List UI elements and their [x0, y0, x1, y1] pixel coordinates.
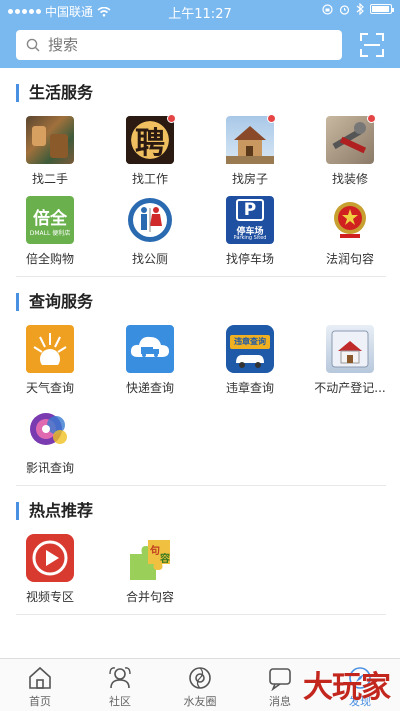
home-icon [29, 666, 51, 689]
new-badge [267, 114, 276, 123]
tools-icon [326, 114, 376, 164]
house-icon [226, 114, 276, 164]
real-estate-icon [326, 325, 374, 373]
search-icon [26, 38, 40, 52]
parking-icon: P 停车场 Parking Sited [226, 196, 274, 244]
hot-item-video[interactable]: 视频专区 [0, 534, 100, 605]
service-item-housing[interactable]: 找房子 [200, 114, 300, 187]
section-title-hot-picks: 热点推荐 [16, 502, 93, 520]
market-icon [26, 116, 74, 164]
alarm-icon [339, 4, 350, 15]
item-label: 快递查询 [125, 381, 174, 395]
battery-icon [370, 4, 394, 14]
parking-en-text: Parking Sited [233, 235, 267, 241]
scan-icon[interactable] [360, 33, 384, 57]
search-bar[interactable] [16, 30, 342, 60]
service-item-renovation[interactable]: 找装修 [300, 114, 400, 187]
community-icon [109, 667, 131, 689]
beiquan-text: 倍全 [33, 209, 67, 229]
service-item-used-goods[interactable]: 找二手 [0, 116, 100, 187]
query-item-traffic-violation[interactable]: 违章查询 违章查询 [200, 325, 300, 396]
delivery-icon [126, 325, 174, 373]
section-divider [16, 485, 386, 486]
item-label: 合并句容 [125, 590, 174, 604]
service-item-legal[interactable]: 法润句容 [300, 196, 400, 267]
service-item-jobs[interactable]: 聘 找工作 [100, 114, 200, 187]
status-icons [322, 3, 394, 15]
hiring-glyph: 聘 [135, 126, 165, 161]
new-badge [167, 114, 176, 123]
item-label: 找装修 [331, 172, 368, 186]
tab-community[interactable]: 社区 [80, 659, 160, 711]
query-item-weather[interactable]: 天气查询 [0, 325, 100, 396]
section-title-life-services: 生活服务 [16, 84, 93, 102]
message-icon [269, 668, 291, 691]
item-label: 违章查询 [225, 381, 274, 395]
section-title-query-services: 查询服务 [16, 293, 93, 311]
hot-item-merge-jurong[interactable]: 句 容 合并句容 [100, 534, 200, 605]
hiring-icon: 聘 [126, 114, 176, 164]
court-emblem-icon [326, 196, 374, 244]
item-label: 找停车场 [225, 252, 274, 266]
section-divider [16, 276, 386, 277]
puzzle-icon: 句 容 [126, 534, 174, 582]
tab-label: 首页 [29, 695, 51, 708]
search-input[interactable] [48, 36, 318, 54]
tab-home[interactable]: 首页 [0, 659, 80, 711]
status-bar: 中国联通 上午11:27 [0, 0, 400, 22]
section-divider [16, 614, 386, 615]
service-item-beiquan-shopping[interactable]: 倍全 DMALL 便利店 倍全购物 [0, 196, 100, 267]
film-icon [26, 405, 74, 453]
item-label: 视频专区 [25, 590, 74, 604]
item-label: 找二手 [31, 172, 68, 186]
item-label: 倍全购物 [25, 252, 74, 266]
puzzle-text-b: 容 [160, 554, 170, 565]
item-label: 找房子 [231, 172, 268, 186]
beiquan-icon: 倍全 DMALL 便利店 [26, 196, 74, 244]
bluetooth-icon [356, 3, 364, 15]
query-item-film[interactable]: 影讯查询 [0, 405, 100, 476]
beiquan-subtext: DMALL 便利店 [29, 230, 71, 237]
new-badge [367, 114, 376, 123]
item-label: 找工作 [131, 172, 168, 186]
video-play-icon [26, 534, 74, 582]
tab-label: 水友圈 [183, 695, 217, 708]
query-item-delivery[interactable]: 快递查询 [100, 325, 200, 396]
parking-p-glyph: P [236, 199, 264, 221]
service-item-public-toilet[interactable]: 找公厕 [100, 196, 200, 267]
item-label: 找公厕 [131, 252, 168, 266]
circle-icon [189, 667, 211, 689]
lock-rotation-icon [322, 3, 333, 15]
traffic-violation-icon: 违章查询 [226, 325, 274, 373]
puzzle-text-a: 句 [150, 546, 160, 557]
toilet-icon [126, 196, 174, 244]
item-label: 影讯查询 [25, 461, 74, 475]
item-label: 法润句容 [325, 252, 374, 266]
service-item-parking[interactable]: P 停车场 Parking Sited 找停车场 [200, 196, 300, 267]
tab-label: 社区 [109, 695, 131, 708]
header-bar: 中国联通 上午11:27 [0, 0, 400, 68]
tab-friends-circle[interactable]: 水友圈 [160, 659, 240, 711]
weather-icon [26, 325, 74, 373]
query-item-real-estate[interactable]: 不动产登记... [300, 325, 400, 396]
watermark-logo: 大玩家 [303, 670, 391, 705]
item-label: 天气查询 [25, 381, 74, 395]
item-label: 不动产登记... [314, 381, 386, 395]
